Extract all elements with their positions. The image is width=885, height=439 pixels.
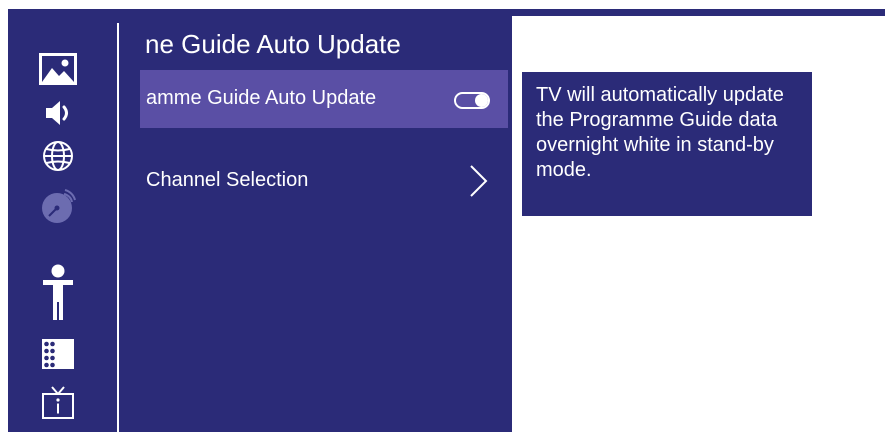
- page-title: ne Guide Auto Update: [145, 29, 401, 59]
- menu-item-programme-guide-auto-update[interactable]: amme Guide Auto Update: [140, 70, 508, 128]
- tv-settings-screen: ne Guide Auto Update amme Guide Auto Upd…: [8, 9, 885, 432]
- settings-menu: ne Guide Auto Update amme Guide Auto Upd…: [119, 9, 512, 432]
- menu-item-label: amme Guide Auto Update: [146, 87, 377, 109]
- tv-info-icon[interactable]: [38, 383, 78, 423]
- sound-icon[interactable]: [38, 93, 78, 133]
- help-text: TV will automatically update the Program…: [522, 72, 812, 216]
- settings-sidebar: [8, 9, 117, 432]
- auto-update-toggle[interactable]: [454, 92, 490, 109]
- menu-item-channel-selection[interactable]: Channel Selection: [140, 152, 508, 210]
- picture-icon[interactable]: [38, 49, 78, 89]
- channel-list-icon[interactable]: [38, 334, 78, 374]
- network-icon[interactable]: [38, 136, 78, 176]
- info-panel: TV will automatically update the Program…: [512, 16, 885, 432]
- accessibility-icon[interactable]: [38, 264, 78, 320]
- menu-item-label: Channel Selection: [146, 169, 309, 191]
- chevron-right-icon: [470, 165, 488, 197]
- toggle-knob: [475, 94, 488, 107]
- satellite-icon: [38, 187, 78, 227]
